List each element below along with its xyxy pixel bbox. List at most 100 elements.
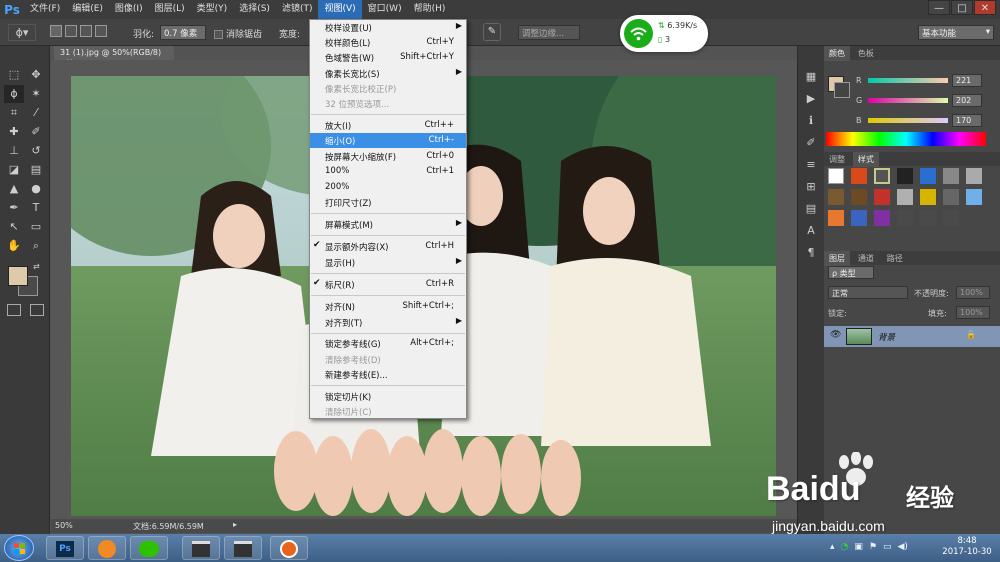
brush-panel-icon[interactable]: ✐ — [803, 132, 819, 154]
opacity-input[interactable]: 100% — [956, 286, 990, 299]
minimize-button[interactable]: — — [928, 0, 950, 15]
menu-item-clear-slices[interactable]: 清除切片(C) — [310, 404, 466, 419]
actions-panel-icon[interactable]: ▶ — [803, 88, 819, 110]
hand-icon[interactable]: ✋ — [4, 237, 24, 255]
visibility-eye-icon[interactable]: 👁 — [830, 330, 841, 340]
type-icon[interactable]: T — [26, 199, 46, 217]
tray-network-icon[interactable]: ▣ — [854, 542, 863, 556]
add-selection-icon[interactable] — [65, 25, 77, 37]
eyedropper-icon[interactable]: ⁄ — [26, 104, 46, 122]
character-panel-icon[interactable]: A — [803, 220, 819, 242]
style-swatch[interactable] — [851, 210, 867, 226]
path-selection-icon[interactable]: ↖ — [4, 218, 24, 236]
channel-g-input[interactable]: 202 — [952, 94, 982, 107]
menu-item-show[interactable]: 显示(H) ▶ — [310, 255, 466, 270]
color-background-swatch[interactable] — [834, 82, 850, 98]
tray-expand-icon[interactable]: ▴ — [830, 542, 835, 556]
fill-input[interactable]: 100% — [956, 306, 990, 319]
tab-color[interactable]: 颜色 — [824, 46, 850, 61]
style-swatch[interactable] — [874, 210, 890, 226]
style-swatch[interactable] — [828, 189, 844, 205]
taskbar-wechat[interactable] — [130, 536, 168, 560]
lasso-icon[interactable]: ϕ — [4, 85, 24, 103]
tray-monitor-icon[interactable]: ▭ — [883, 542, 892, 556]
menu-item-new-guide[interactable]: 新建参考线(E)... — [310, 367, 466, 382]
menu-item-pixel-aspect-ratio[interactable]: 像素长宽比(S) ▶ — [310, 66, 466, 81]
foreground-color-swatch[interactable] — [8, 266, 28, 286]
document-tab[interactable]: 31 (1).jpg @ 50%(RGB/8) × — [54, 46, 174, 66]
menu-item-snap[interactable]: 对齐(N) Shift+Ctrl+; — [310, 299, 466, 314]
network-speed-widget[interactable]: ⇅ 6.39K/s ▯ 3 — [620, 15, 708, 52]
adjustments-panel-icon[interactable]: ≡ — [803, 154, 819, 176]
antialias-checkbox[interactable]: 消除锯齿 — [214, 27, 262, 40]
style-swatch[interactable] — [943, 168, 959, 184]
menu-item-fit-on-screen[interactable]: 按屏幕大小缩放(F) Ctrl+0 — [310, 149, 466, 164]
style-swatch[interactable] — [966, 189, 982, 205]
taskbar-browser[interactable] — [270, 536, 308, 560]
move-icon[interactable]: ✥ — [26, 66, 46, 84]
close-button[interactable]: ✕ — [974, 0, 996, 15]
paragraph-panel-icon[interactable]: ¶ — [803, 242, 819, 264]
style-swatch[interactable] — [920, 189, 936, 205]
taskbar-media-1[interactable] — [182, 536, 220, 560]
menu-help[interactable]: 帮助(H) — [408, 0, 452, 19]
menu-item-show-extras[interactable]: ✔ 显示额外内容(X) Ctrl+H — [310, 239, 466, 254]
menu-item-screen-mode[interactable]: 屏幕模式(M) ▶ — [310, 217, 466, 232]
refine-edge-button[interactable]: 调整边缘... — [518, 25, 580, 40]
start-button[interactable] — [4, 535, 34, 561]
style-swatch[interactable] — [828, 210, 844, 226]
info-panel-icon[interactable]: ℹ — [803, 110, 819, 132]
menu-view[interactable]: 视图(V) — [318, 0, 362, 19]
style-swatch[interactable] — [851, 168, 867, 184]
tab-adjustments[interactable]: 调整 — [824, 152, 850, 167]
style-swatch[interactable] — [851, 189, 867, 205]
magic-wand-icon[interactable]: ✶ — [26, 85, 46, 103]
tab-channels[interactable]: 通道 — [853, 251, 879, 266]
menu-item-zoom-in[interactable]: 放大(I) Ctrl++ — [310, 118, 466, 133]
menu-image[interactable]: 图像(I) — [109, 0, 149, 19]
subtract-selection-icon[interactable] — [80, 25, 92, 37]
quick-mask-icon[interactable] — [7, 304, 21, 316]
style-swatch[interactable] — [897, 210, 913, 226]
menu-item-snap-to[interactable]: 对齐到(T) ▶ — [310, 315, 466, 330]
taskbar-app-orange[interactable] — [88, 536, 126, 560]
tray-volume-icon[interactable]: ◀) — [898, 542, 908, 556]
dodge-icon[interactable]: ● — [26, 180, 46, 198]
tab-paths[interactable]: 路径 — [882, 251, 908, 266]
menu-item-32bit-preview[interactable]: 32 位预览选项... — [310, 96, 466, 111]
menu-filter[interactable]: 滤镜(T) — [276, 0, 319, 19]
workspace-select[interactable]: 基本功能 ▾ — [918, 25, 994, 40]
color-ramp[interactable] — [826, 132, 986, 146]
layer-filter-select[interactable]: ρ 类型 — [828, 266, 874, 279]
menu-edit[interactable]: 编辑(E) — [66, 0, 109, 19]
taskbar-photoshop[interactable]: Ps — [46, 536, 84, 560]
menu-item-zoom-out[interactable]: 缩小(O) Ctrl+- — [310, 133, 466, 148]
style-swatch[interactable] — [943, 189, 959, 205]
style-swatch[interactable] — [943, 210, 959, 226]
blur-icon[interactable]: ▲ — [4, 180, 24, 198]
clone-stamp-icon[interactable]: ⊥ — [4, 142, 24, 160]
menu-file[interactable]: 文件(F) — [24, 0, 66, 19]
brush-icon[interactable]: ✐ — [26, 123, 46, 141]
clone-source-panel-icon[interactable]: ⊞ — [803, 176, 819, 198]
pressure-pen-icon[interactable]: ✎ — [483, 23, 501, 41]
style-swatch[interactable] — [920, 168, 936, 184]
healing-brush-icon[interactable]: ✚ — [4, 123, 24, 141]
maximize-button[interactable]: □ — [951, 0, 973, 15]
lasso-tool-preset-icon[interactable]: ϕ▾ — [8, 24, 36, 41]
menu-type[interactable]: 类型(Y) — [191, 0, 234, 19]
crop-icon[interactable]: ⌗ — [4, 104, 24, 122]
style-swatch[interactable] — [874, 189, 890, 205]
style-swatch[interactable] — [874, 168, 890, 184]
menu-item-lock-guides[interactable]: 锁定参考线(G) Alt+Ctrl+; — [310, 336, 466, 351]
channel-b-input[interactable]: 170 — [952, 114, 982, 127]
menu-item-print-size[interactable]: 打印尺寸(Z) — [310, 195, 466, 210]
status-menu-arrow-icon[interactable]: ▸ — [233, 520, 237, 529]
blend-mode-select[interactable]: 正常 — [828, 286, 908, 299]
menu-item-gamut-warning[interactable]: 色域警告(W) Shift+Ctrl+Y — [310, 50, 466, 65]
history-brush-icon[interactable]: ↺ — [26, 142, 46, 160]
channel-r-slider[interactable] — [868, 78, 948, 83]
menu-select[interactable]: 选择(S) — [233, 0, 276, 19]
zoom-icon[interactable]: ⌕ — [26, 237, 46, 255]
style-swatch[interactable] — [897, 168, 913, 184]
